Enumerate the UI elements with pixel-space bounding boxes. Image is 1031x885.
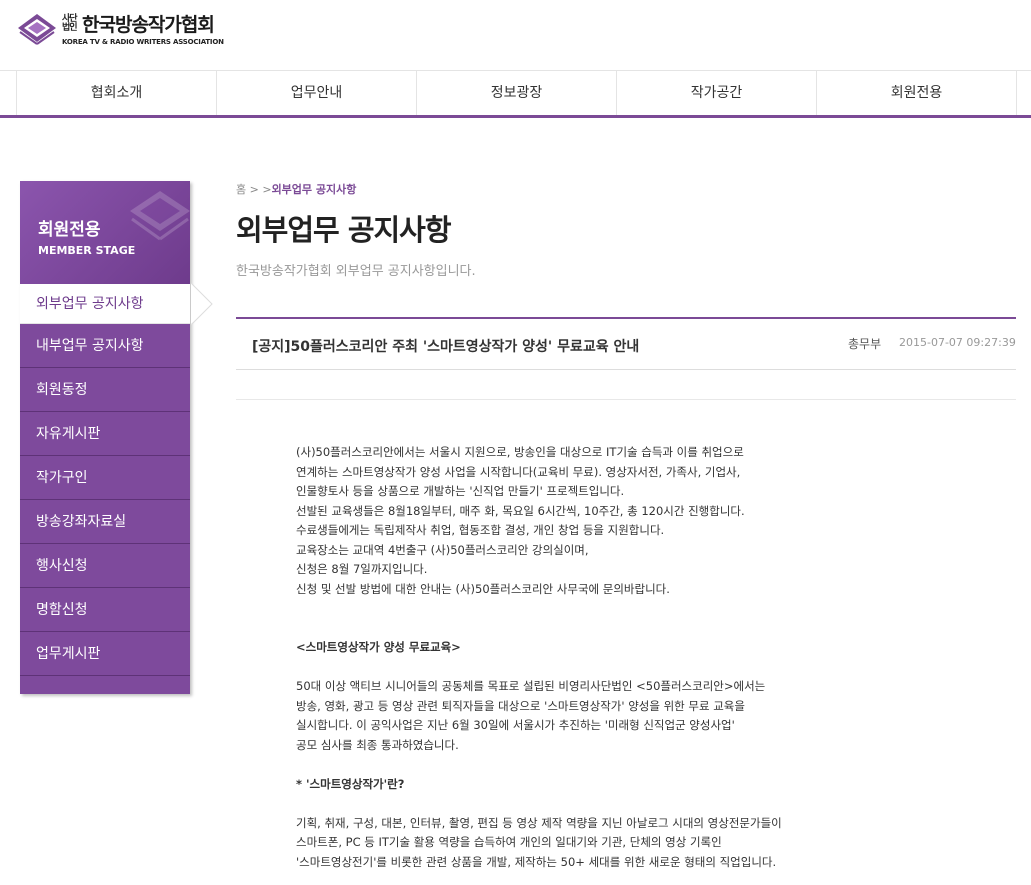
body-line: 수료생들에게는 독립제작사 취업, 협동조합 결성, 개인 창업 등을 지원합니… <box>296 523 665 537</box>
nav-item-about[interactable]: 협회소개 <box>17 71 217 115</box>
body-heading: <스마트영상작가 양성 무료교육> <box>296 640 461 654</box>
body-line: 인물향토사 등을 상품으로 개발하는 '신직업 만들기' 프로젝트입니다. <box>296 484 625 498</box>
sidebar-item-job-posting[interactable]: 작가구인 <box>20 456 190 500</box>
page-title: 외부업무 공지사항 <box>236 213 452 247</box>
body-line: 실시합니다. 이 공익사업은 지난 6월 30일에 서울시가 추진하는 '미래형… <box>296 718 735 732</box>
body-line: 50대 이상 액티브 시니어들의 공동체를 목표로 설립된 비영리사단법인 <5… <box>296 679 766 693</box>
logo-mark-icon <box>18 14 56 45</box>
sidebar-item-business-card[interactable]: 명함신청 <box>20 588 190 632</box>
logo-small-text: 사단법인 <box>62 13 78 33</box>
breadcrumb-current[interactable]: 외부업무 공지사항 <box>272 183 357 196</box>
body-line: 스마트폰, PC 등 IT기술 활용 역량을 습득하여 개인의 일대기와 기관,… <box>296 835 722 849</box>
sidebar-item-work-board[interactable]: 업무게시판 <box>20 632 190 676</box>
body-line: '스마트영상전기'를 비롯한 관련 상품을 개발, 제작하는 50+ 세대를 위… <box>296 854 777 869</box>
body-line: 신청 및 선발 방법에 대한 안내는 (사)50플러스코리안 사무국에 문의바랍… <box>296 581 670 596</box>
body-line: 연계하는 스마트영상작가 양성 사업을 시작합니다(교육비 무료). 영상자서전… <box>296 464 741 479</box>
sidebar-item-label: 외부업무 공지사항 <box>36 296 144 312</box>
post-body: (사)50플러스코리안에서는 서울시 지원으로, 방송인을 대상으로 IT기술 … <box>296 443 856 872</box>
active-arrow-icon <box>191 283 213 325</box>
sidebar-header: 회원전용 MEMBER STAGE <box>20 181 190 284</box>
post-title: [공지]50플러스코리안 주최 '스마트영상작가 양성' 무료교육 안내 <box>252 339 640 355</box>
nav-item-services[interactable]: 업무안내 <box>217 71 417 115</box>
nav-item-info[interactable]: 정보광장 <box>417 71 617 115</box>
site-logo[interactable]: 사단법인 한국방송작가협회 KOREA TV & RADIO WRITERS A… <box>16 10 224 46</box>
sidebar-item-free-board[interactable]: 자유게시판 <box>20 412 190 456</box>
post-header: [공지]50플러스코리안 주최 '스마트영상작가 양성' 무료교육 안내 총무부… <box>236 317 1016 370</box>
body-line: 방송, 영화, 광고 등 영상 관련 퇴직자들을 대상으로 '스마트영상작가' … <box>296 698 745 713</box>
body-line: 교육장소는 교대역 4번출구 (사)50플러스코리안 강의실이며, <box>296 542 589 557</box>
body-line: (사)50플러스코리안에서는 서울시 지원으로, 방송인을 대상으로 IT기술 … <box>296 445 744 459</box>
logo-title: 한국방송작가협회 <box>82 14 215 36</box>
body-line: 신청은 8월 7일까지입니다. <box>296 562 428 576</box>
main-content: 홈 > >외부업무 공지사항 외부업무 공지사항 한국방송작가협회 외부업무 공… <box>236 181 1016 869</box>
sidebar-subtitle: MEMBER STAGE <box>38 244 136 257</box>
divider <box>236 399 1016 400</box>
page-description: 한국방송작가협회 외부업무 공지사항입니다. <box>236 264 476 279</box>
sidebar-item-lecture-archive[interactable]: 방송강좌자료실 <box>20 500 190 544</box>
nav-item-members[interactable]: 회원전용 <box>817 71 1017 115</box>
sidebar-item-internal-notice[interactable]: 내부업무 공지사항 <box>20 324 190 368</box>
sidebar-item-member-news[interactable]: 회원동정 <box>20 368 190 412</box>
breadcrumb-home[interactable]: 홈 <box>236 183 246 196</box>
sidebar-item-event-apply[interactable]: 행사신청 <box>20 544 190 588</box>
main-navigation: 협회소개 업무안내 정보광장 작가공간 회원전용 <box>0 70 1031 118</box>
sidebar-menu: 외부업무 공지사항 내부업무 공지사항 회원동정 자유게시판 작가구인 방송강좌… <box>20 283 213 694</box>
site-header: 사단법인 한국방송작가협회 KOREA TV & RADIO WRITERS A… <box>0 0 1031 70</box>
sidebar-title: 회원전용 <box>38 220 101 240</box>
sidebar: 회원전용 MEMBER STAGE 외부업무 공지사항 내부업무 공지사항 회원… <box>20 181 213 694</box>
post-author: 총무부 <box>848 337 882 351</box>
nav-item-writers[interactable]: 작가공간 <box>617 71 817 115</box>
body-line: 공모 심사를 최종 통과하였습니다. <box>296 737 459 752</box>
post-date: 2015-07-07 09:27:39 <box>899 336 1016 349</box>
logo-subtitle: KOREA TV & RADIO WRITERS ASSOCIATION <box>62 38 224 46</box>
sidebar-item-external-notice[interactable]: 외부업무 공지사항 <box>20 283 213 325</box>
body-line: 기획, 취재, 구성, 대본, 인터뷰, 촬영, 편집 등 영상 제작 역량을 … <box>296 815 782 830</box>
breadcrumb: 홈 > >외부업무 공지사항 <box>236 183 357 196</box>
body-line: 선발된 교육생들은 8월18일부터, 매주 화, 목요일 6시간씩, 10주간,… <box>296 503 745 518</box>
body-heading: * '스마트영상작가'란? <box>296 776 405 791</box>
